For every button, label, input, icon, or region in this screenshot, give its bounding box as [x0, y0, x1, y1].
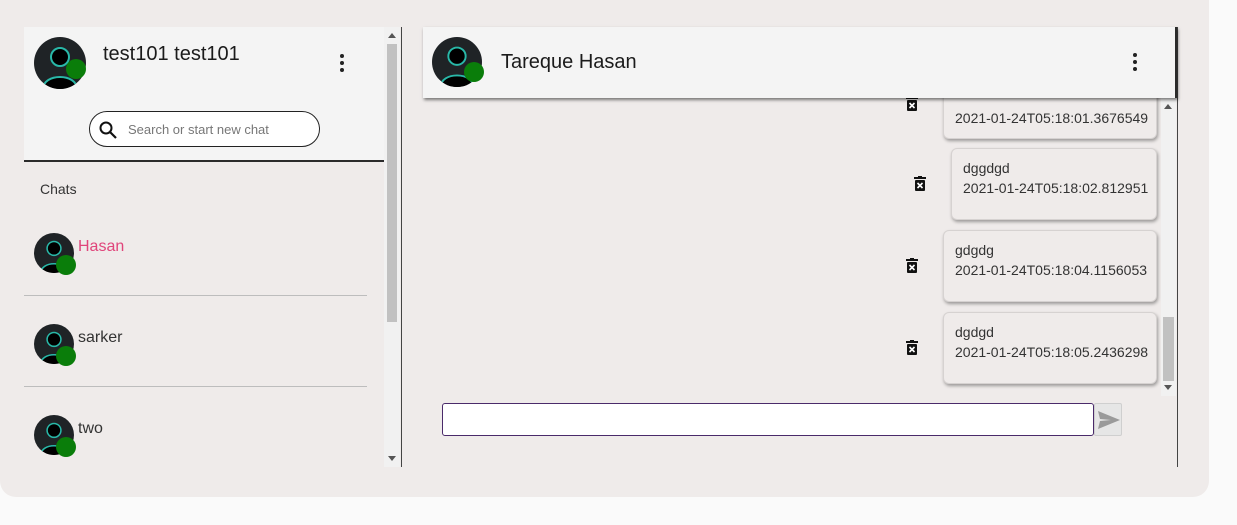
search-icon — [99, 121, 117, 139]
chat-item-name: two — [78, 420, 103, 437]
peer-name: Tareque Hasan — [501, 51, 637, 73]
message-list: 2021-01-24T05:18:01.3676549 dggdgd 2021-… — [423, 98, 1161, 396]
delete-message-icon[interactable] — [905, 340, 919, 361]
search-box[interactable] — [89, 111, 320, 147]
scrollbar-thumb[interactable] — [387, 44, 397, 322]
message-input[interactable] — [442, 403, 1094, 436]
message-text: dgdgd — [955, 324, 994, 340]
search-input[interactable] — [128, 119, 308, 139]
send-button[interactable] — [1094, 403, 1122, 436]
chat-app: test101 test101 Chats Hasan sarker — [0, 0, 1209, 497]
sidebar-scrollbar[interactable] — [384, 27, 400, 467]
delete-message-icon[interactable] — [905, 98, 919, 117]
scroll-up-icon[interactable] — [388, 33, 396, 38]
message-text: dggdgd — [963, 160, 1010, 176]
sidebar-menu-icon[interactable] — [332, 51, 352, 75]
chat-item-two[interactable]: two — [24, 387, 367, 467]
online-status-icon — [56, 255, 76, 275]
delete-message-icon[interactable] — [913, 176, 927, 197]
message-bubble: dgdgd 2021-01-24T05:18:05.2436298 — [943, 312, 1157, 384]
delete-message-icon[interactable] — [905, 258, 919, 279]
chat-item-sarker[interactable]: sarker — [24, 296, 367, 387]
message-bubble: 2021-01-24T05:18:01.3676549 — [943, 98, 1157, 139]
current-user-name: test101 test101 — [103, 43, 240, 65]
messages-scrollbar[interactable] — [1161, 98, 1176, 396]
conversation-menu-icon[interactable] — [1125, 50, 1145, 74]
send-icon — [1098, 411, 1120, 429]
message-bubble: gdgdg 2021-01-24T05:18:04.1156053 — [943, 230, 1157, 302]
chats-title: Chats — [40, 181, 77, 197]
chat-item-hasan[interactable]: Hasan — [24, 205, 367, 296]
scroll-down-icon[interactable] — [1164, 385, 1172, 390]
online-status-icon — [56, 437, 76, 457]
message-timestamp: 2021-01-24T05:18:01.3676549 — [955, 110, 1149, 126]
message-timestamp: 2021-01-24T05:18:05.2436298 — [955, 344, 1149, 360]
panel-divider — [401, 27, 402, 467]
sidebar-header: test101 test101 — [24, 27, 384, 162]
online-status-icon — [66, 59, 86, 79]
chat-item-name: Hasan — [78, 238, 125, 255]
scroll-down-icon[interactable] — [388, 456, 396, 461]
online-status-icon — [56, 346, 76, 366]
message-text: gdgdg — [955, 242, 994, 258]
message-timestamp: 2021-01-24T05:18:02.812951 — [963, 180, 1149, 196]
chat-item-name: sarker — [78, 329, 123, 346]
message-timestamp: 2021-01-24T05:18:04.1156053 — [955, 262, 1148, 278]
message-bubble: dggdgd 2021-01-24T05:18:02.812951 — [951, 148, 1157, 220]
sidebar: test101 test101 Chats Hasan sarker — [24, 27, 400, 467]
scrollbar-thumb[interactable] — [1163, 317, 1174, 381]
conversation-header: Tareque Hasan — [423, 27, 1177, 98]
online-status-icon — [464, 62, 484, 82]
scroll-up-icon[interactable] — [1164, 104, 1172, 109]
panel-border — [1177, 27, 1178, 467]
